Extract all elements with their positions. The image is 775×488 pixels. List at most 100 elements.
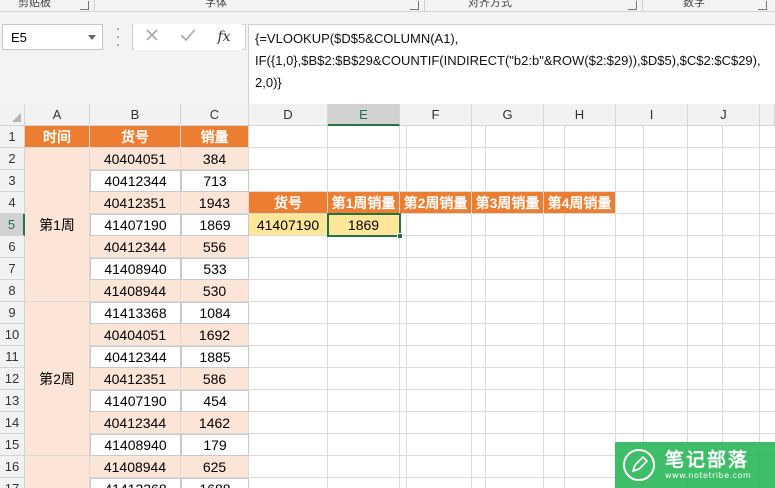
row-header-13[interactable]: 13 (0, 390, 25, 412)
chevron-down-icon[interactable] (88, 35, 96, 40)
number-launcher-icon[interactable] (758, 1, 767, 10)
row-header-6[interactable]: 6 (0, 236, 25, 258)
row-header-11[interactable]: 11 (0, 346, 25, 368)
row-header-1[interactable]: 1 (0, 126, 25, 148)
item-cell[interactable]: 41408944 (90, 456, 181, 478)
item-cell[interactable]: 40412344 (90, 346, 181, 368)
drag-handle-icon[interactable] (116, 28, 119, 46)
column-header-f[interactable]: F (400, 104, 472, 126)
row-header-7[interactable]: 7 (0, 258, 25, 280)
merged-cell-week2[interactable]: 第2周 (25, 302, 90, 456)
formula-line-2: IF({1,0},$B$2:$B$29&COUNTIF(INDIRECT("b2… (255, 53, 761, 68)
cancel-formula-button[interactable] (134, 24, 170, 50)
insert-function-button[interactable]: fx (206, 24, 242, 50)
item-cell[interactable]: 40412344 (90, 170, 181, 192)
item-cell[interactable]: 40412344 (90, 412, 181, 434)
row-header-16[interactable]: 16 (0, 456, 25, 478)
select-all-button[interactable] (0, 104, 25, 126)
header-cell-time[interactable]: 时间 (25, 126, 90, 148)
item-cell[interactable]: 41408944 (90, 280, 181, 302)
column-header-c[interactable]: C (181, 104, 249, 126)
row-header-3[interactable]: 3 (0, 170, 25, 192)
item-cell[interactable]: 41408940 (90, 258, 181, 280)
name-box[interactable]: E5 (2, 24, 103, 50)
sales-cell[interactable]: 586 (181, 368, 249, 390)
lookup-header-item[interactable]: 货号 (249, 192, 328, 214)
item-cell[interactable]: 41413368 (90, 302, 181, 324)
column-header-i[interactable]: I (616, 104, 688, 126)
header-cell-item-no[interactable]: 货号 (90, 126, 181, 148)
sales-cell[interactable]: 179 (181, 434, 249, 456)
column-header-d[interactable]: D (249, 104, 328, 126)
row-header-12[interactable]: 12 (0, 368, 25, 390)
column-header-e[interactable]: E (328, 104, 400, 126)
row-header-10[interactable]: 10 (0, 324, 25, 346)
sales-cell[interactable]: 713 (181, 170, 249, 192)
watermark-title: 笔记部落 (665, 449, 750, 471)
ribbon-separator (424, 0, 425, 11)
column-header-j[interactable]: J (688, 104, 760, 126)
item-cell[interactable]: 40412351 (90, 192, 181, 214)
item-cell[interactable]: 40412351 (90, 368, 181, 390)
font-launcher-icon[interactable] (410, 1, 419, 10)
sales-cell[interactable]: 556 (181, 236, 249, 258)
sales-cell[interactable]: 625 (181, 456, 249, 478)
item-cell[interactable]: 41407190 (90, 390, 181, 412)
sales-cell[interactable]: 1869 (181, 214, 249, 236)
lookup-header-week3[interactable]: 第3周销量 (472, 192, 544, 214)
lookup-header-week2[interactable]: 第2周销量 (400, 192, 472, 214)
lookup-item-cell[interactable]: 41407190 (249, 214, 328, 236)
pen-icon (631, 455, 649, 473)
row-header-5[interactable]: 5 (0, 214, 25, 236)
sales-cell[interactable]: 454 (181, 390, 249, 412)
row-header-9[interactable]: 9 (0, 302, 25, 324)
ribbon-separator (94, 0, 95, 11)
item-cell[interactable]: 41407190 (90, 214, 181, 236)
item-cell[interactable]: 41408940 (90, 434, 181, 456)
formula-input[interactable]: {=VLOOKUP($D$5&COLUMN(A1), IF({1,0},$B$2… (248, 24, 775, 106)
row-header-4[interactable]: 4 (0, 192, 25, 214)
header-cell-sales[interactable]: 销量 (181, 126, 249, 148)
column-header-h[interactable]: H (544, 104, 616, 126)
watermark-badge: 笔记部落 www.notetribe.com (615, 442, 775, 488)
item-cell[interactable]: 41413368 (90, 478, 181, 488)
sales-cell[interactable]: 384 (181, 148, 249, 170)
sales-cell[interactable]: 1084 (181, 302, 249, 324)
merged-cell-week1[interactable]: 第1周 (25, 148, 90, 302)
clipboard-launcher-icon[interactable] (80, 1, 89, 10)
column-header-b[interactable]: B (90, 104, 181, 126)
ribbon-group-font: 字体 (205, 0, 227, 9)
lookup-header-week4[interactable]: 第4周销量 (544, 192, 616, 214)
name-box-value: E5 (11, 30, 27, 45)
sales-cell[interactable]: 1692 (181, 324, 249, 346)
lookup-header-week1[interactable]: 第1周销量 (328, 192, 400, 214)
sales-cell[interactable]: 1462 (181, 412, 249, 434)
item-cell[interactable]: 40404051 (90, 324, 181, 346)
sales-cell[interactable]: 1885 (181, 346, 249, 368)
row-header-15[interactable]: 15 (0, 434, 25, 456)
ribbon-group-labels: 剪贴板 字体 对齐方式 数字 (0, 0, 775, 12)
column-header-a[interactable]: A (25, 104, 90, 126)
ribbon-group-alignment: 对齐方式 (468, 0, 512, 9)
empty-grid-area-right[interactable] (328, 126, 775, 488)
row-header-14[interactable]: 14 (0, 412, 25, 434)
pen-logo-icon (623, 449, 655, 481)
merged-cell-week3[interactable] (25, 456, 90, 488)
lookup-result-week1[interactable]: 1869 (328, 214, 400, 236)
formula-bar-area: E5 fx {=VLOOKUP($D$5&COLUMN(A1), IF({1,0… (0, 12, 775, 108)
sales-cell[interactable]: 533 (181, 258, 249, 280)
sales-cell[interactable]: 1943 (181, 192, 249, 214)
row-header-8[interactable]: 8 (0, 280, 25, 302)
column-header-g[interactable]: G (472, 104, 544, 126)
worksheet-grid[interactable]: A B C D E F G H I J 1 2 3 4 5 6 7 8 9 10… (0, 104, 775, 488)
alignment-launcher-icon[interactable] (628, 1, 637, 10)
formula-line-1: {=VLOOKUP($D$5&COLUMN(A1), (255, 31, 459, 46)
item-cell[interactable]: 40404051 (90, 148, 181, 170)
row-header-2[interactable]: 2 (0, 148, 25, 170)
column-header-k[interactable] (760, 104, 775, 126)
enter-formula-button[interactable] (170, 24, 206, 50)
row-header-17[interactable]: 17 (0, 478, 25, 488)
item-cell[interactable]: 40412344 (90, 236, 181, 258)
sales-cell[interactable]: 1688 (181, 478, 249, 488)
sales-cell[interactable]: 530 (181, 280, 249, 302)
